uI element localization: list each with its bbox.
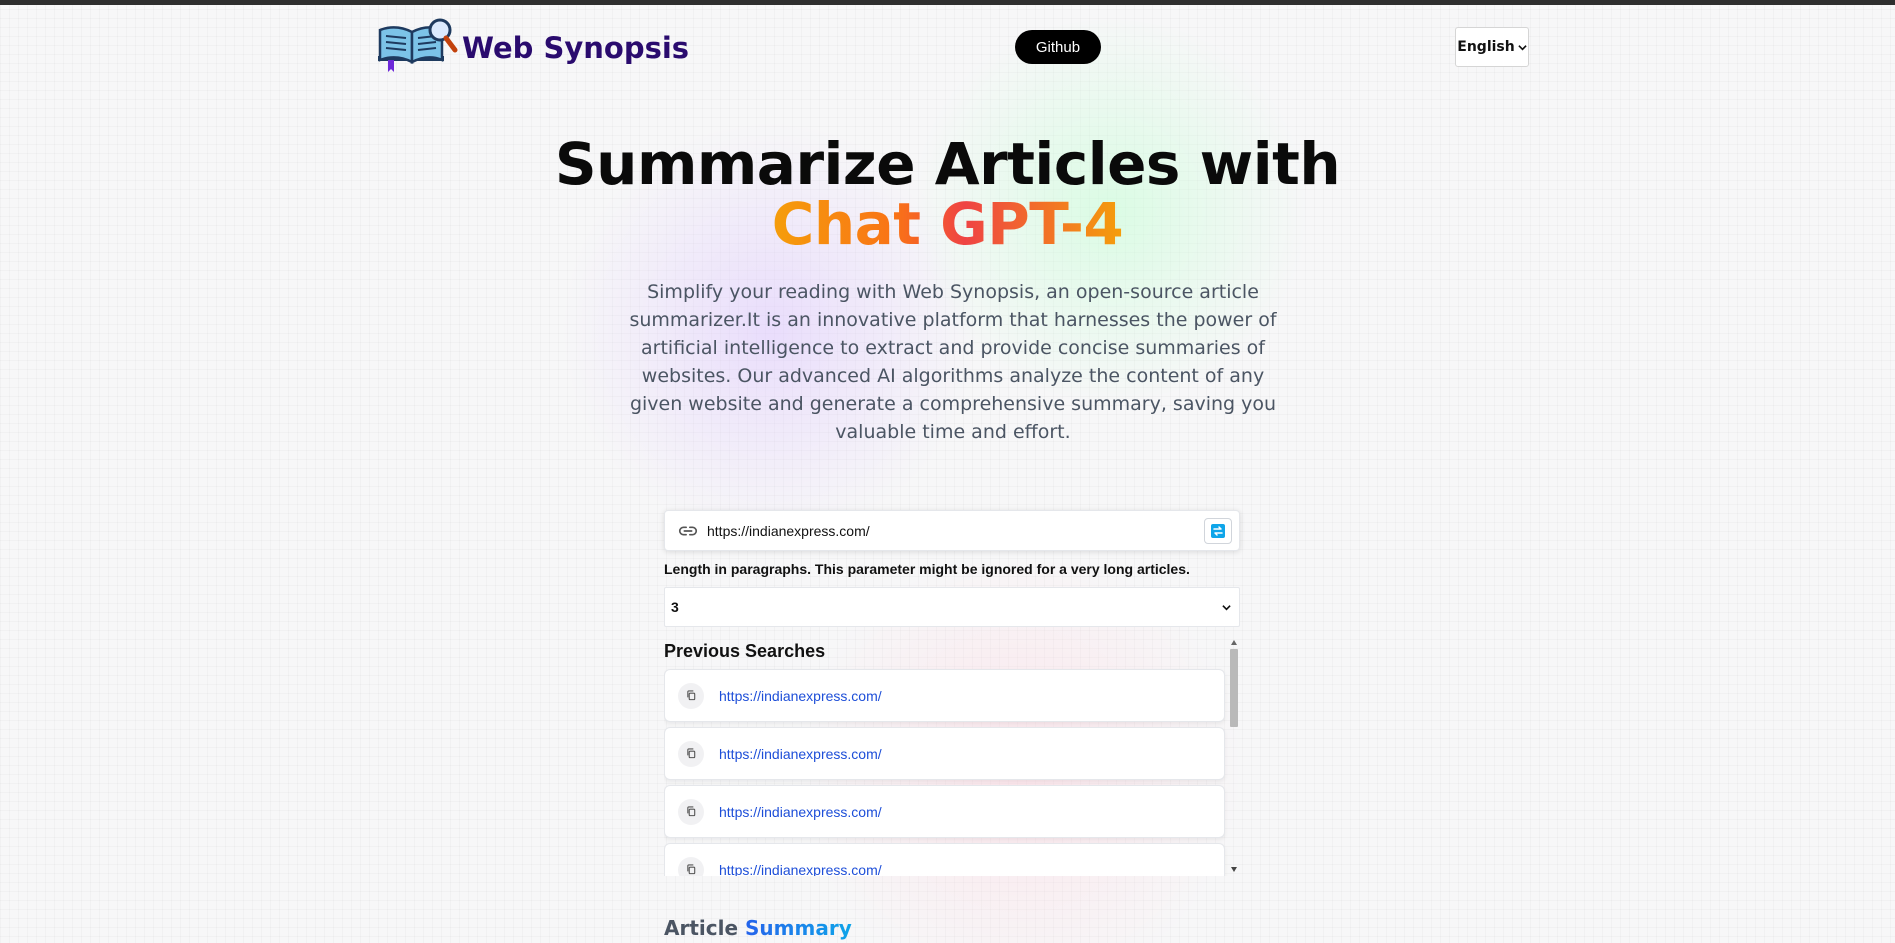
length-label: Length in paragraphs. This parameter mig… — [664, 561, 1190, 577]
history-item-link[interactable]: https://indianexpress.com/ — [719, 862, 882, 877]
github-button[interactable]: Github — [1015, 30, 1101, 64]
copy-icon — [686, 864, 695, 875]
brand-name: Web Synopsis — [462, 31, 690, 65]
language-select[interactable]: English — [1455, 27, 1529, 67]
hero-title: Summarize Articles with — [554, 130, 1341, 198]
link-icon — [678, 526, 698, 535]
url-input-box — [664, 510, 1240, 551]
hero-description: Simplify your reading with Web Synopsis,… — [629, 281, 1277, 443]
hero-title-gradient-text: Chat GPT-4 — [771, 190, 1124, 258]
copy-button[interactable] — [678, 740, 704, 767]
copy-button[interactable] — [678, 856, 704, 876]
url-input[interactable] — [707, 522, 1187, 539]
history-item[interactable]: https://indianexpress.com/ — [664, 727, 1225, 780]
history-item-link[interactable]: https://indianexpress.com/ — [719, 746, 882, 762]
enter-icon — [1211, 524, 1225, 538]
open-book-magnifier-icon — [378, 18, 458, 72]
language-selected-value: English — [1457, 39, 1515, 55]
copy-icon — [686, 748, 695, 759]
history-item[interactable]: https://indianexpress.com/ — [664, 669, 1225, 722]
chevron-down-icon — [1222, 604, 1231, 610]
history-scrollbar[interactable] — [1228, 636, 1240, 876]
previous-searches: Previous Searches https://indianexpress.… — [664, 636, 1240, 876]
length-selected-value: 3 — [671, 599, 679, 615]
copy-button[interactable] — [678, 682, 704, 709]
article-summary-heading: Article Summary — [664, 916, 852, 940]
scroll-up-arrow-icon[interactable] — [1231, 640, 1237, 645]
history-item-link[interactable]: https://indianexpress.com/ — [719, 804, 882, 820]
length-select[interactable]: 3 — [664, 587, 1240, 627]
brand[interactable]: Web Synopsis — [376, 16, 689, 80]
history-item[interactable]: https://indianexpress.com/ — [664, 785, 1225, 838]
summary-title-plain: Article — [664, 916, 739, 940]
copy-icon — [686, 690, 695, 701]
history-list: https://indianexpress.com/ https://india… — [664, 669, 1240, 876]
copy-icon — [686, 806, 695, 817]
history-item[interactable]: https://indianexpress.com/ — [664, 843, 1225, 876]
summary-title-accent: Summary — [745, 916, 852, 940]
hero-title-highlight: Chat GPT-4 — [0, 194, 1895, 254]
history-item-link[interactable]: https://indianexpress.com/ — [719, 688, 882, 704]
submit-button[interactable] — [1204, 518, 1232, 544]
scroll-down-arrow-icon[interactable] — [1231, 867, 1237, 872]
chevron-down-icon — [1518, 44, 1527, 50]
copy-button[interactable] — [678, 798, 704, 825]
previous-searches-title: Previous Searches — [664, 641, 826, 661]
scrollbar-thumb[interactable] — [1230, 649, 1238, 727]
site-header: Web Synopsis Github English — [0, 0, 1895, 95]
